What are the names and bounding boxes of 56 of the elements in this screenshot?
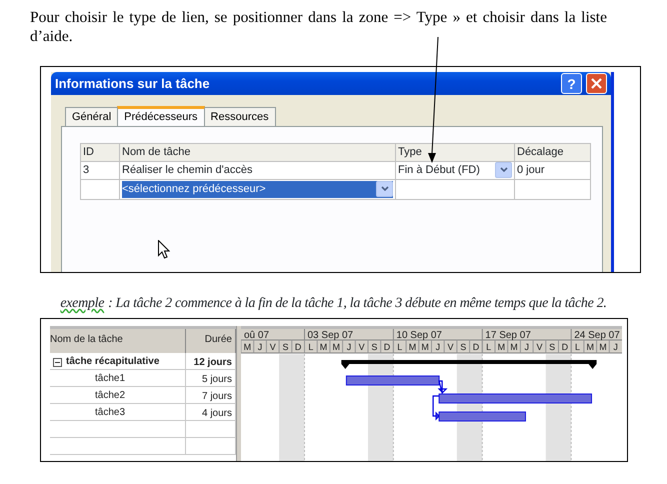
day-label: J — [436, 342, 440, 352]
example-label: exemple — [60, 296, 104, 311]
day-label: V — [358, 342, 365, 352]
task-name: tâche2 — [95, 388, 126, 402]
help-button[interactable]: ? — [561, 73, 582, 94]
day-label: V — [270, 342, 276, 352]
day-label: L — [308, 342, 314, 352]
day-label: S — [460, 342, 466, 352]
day-label: S — [371, 342, 378, 352]
day-label: L — [397, 342, 402, 352]
tab[interactable]: Prédécesseurs — [117, 106, 205, 126]
day-label: L — [575, 342, 580, 352]
day-label: D — [384, 342, 390, 352]
column-header: ID — [80, 144, 120, 161]
week-label: 24 Sep 07 — [574, 330, 620, 341]
day-label: J — [258, 342, 262, 352]
day-label: M — [332, 342, 340, 352]
column-header: Type — [396, 144, 514, 161]
table-cell: 3 — [80, 161, 120, 179]
day-label: S — [549, 342, 556, 352]
day-label: M — [586, 342, 594, 352]
column-header: Décalage — [514, 144, 590, 161]
week-label: 17 Sep 07 — [485, 330, 531, 341]
column-header: Nom de tâche — [120, 144, 396, 161]
day-label: D — [294, 342, 302, 352]
window-title: Informations sur la tâche — [55, 74, 210, 93]
task-name: tâche3 — [95, 406, 126, 420]
day-label: D — [562, 342, 568, 352]
day-label: L — [486, 342, 492, 352]
day-label: D — [472, 342, 480, 352]
task-name: tâche récapitulative — [66, 354, 160, 368]
day-label: M — [408, 342, 416, 352]
table-cell: Réaliser le chemin d'accès — [120, 161, 396, 179]
day-label: S — [282, 342, 288, 352]
day-label: J — [613, 342, 618, 352]
week-label: 10 Sep 07 — [396, 330, 442, 341]
day-label: V — [536, 342, 542, 352]
day-label: M — [244, 342, 252, 352]
column-header: Nom de la tâche — [50, 329, 186, 353]
day-label: M — [599, 342, 607, 352]
instruction-paragraph: Pour choisir le type de lien, se positionner dans la zone => Type » et choisir dans la liste d’aide. — [30, 8, 607, 46]
day-label: M — [320, 342, 328, 352]
table-cell: 0 jour — [514, 161, 590, 179]
day-label: M — [498, 342, 506, 352]
tab[interactable]: Ressources — [204, 107, 276, 126]
caption-text: : La tâche 2 commence à la fin de la tâche 1, la tâche 3 débute en même temps que la tâche 2. — [108, 296, 607, 311]
day-label: J — [346, 342, 352, 352]
week-label: 03 Sep 07 — [308, 330, 354, 341]
week-label: oû 07 — [244, 330, 270, 341]
day-label: J — [524, 342, 529, 352]
day-label: M — [510, 342, 518, 352]
predecessor-dropdown[interactable]: <sélectionnez prédécesseur> — [122, 180, 393, 198]
tab[interactable]: Général — [65, 107, 118, 126]
day-label: V — [448, 342, 454, 352]
task-name: tâche1 — [95, 372, 126, 386]
day-label: M — [421, 342, 429, 352]
